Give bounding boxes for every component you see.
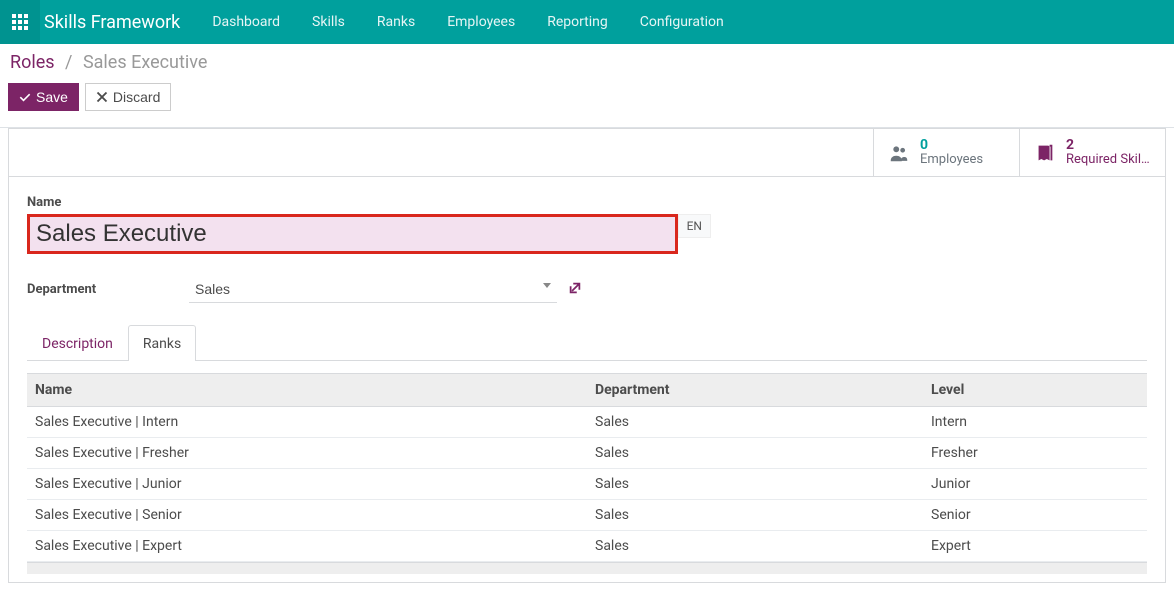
cell-department: Sales xyxy=(587,469,923,500)
stat-buttons-row: 0 Employees 2 Required Skil… xyxy=(9,129,1165,177)
stat-required-skills-label: Required Skil… xyxy=(1066,153,1150,168)
cell-name: Sales Executive | Intern xyxy=(27,407,587,438)
stat-required-skills[interactable]: 2 Required Skil… xyxy=(1019,129,1165,176)
menu-configuration[interactable]: Configuration xyxy=(624,2,740,42)
table-row[interactable]: Sales Executive | ExpertSalesExpert xyxy=(27,531,1147,562)
save-button-label: Save xyxy=(36,89,68,105)
tabs: Description Ranks xyxy=(27,325,1147,361)
cell-level: Fresher xyxy=(923,438,1147,469)
cell-level: Intern xyxy=(923,407,1147,438)
menu-dashboard[interactable]: Dashboard xyxy=(196,2,296,42)
navbar-menu: Dashboard Skills Ranks Employees Reporti… xyxy=(196,2,739,42)
th-department[interactable]: Department xyxy=(587,374,923,407)
check-icon xyxy=(19,91,31,103)
stat-employees-value: 0 xyxy=(920,137,983,153)
stat-employees-label: Employees xyxy=(920,153,983,168)
tab-ranks[interactable]: Ranks xyxy=(128,325,196,361)
breadcrumb-root[interactable]: Roles xyxy=(10,52,55,73)
close-icon xyxy=(96,91,108,103)
users-icon xyxy=(888,142,910,164)
app-brand[interactable]: Skills Framework xyxy=(40,12,196,33)
discard-button-label: Discard xyxy=(113,89,160,105)
menu-reporting[interactable]: Reporting xyxy=(531,2,624,42)
breadcrumb-current: Sales Executive xyxy=(83,52,207,73)
breadcrumb: Roles / Sales Executive xyxy=(8,52,1166,73)
table-footer xyxy=(27,562,1147,574)
th-name[interactable]: Name xyxy=(27,374,587,407)
tab-description[interactable]: Description xyxy=(27,325,128,361)
cell-name: Sales Executive | Senior xyxy=(27,500,587,531)
menu-skills[interactable]: Skills xyxy=(296,2,361,42)
cell-department: Sales xyxy=(587,500,923,531)
action-buttons: Save Discard xyxy=(8,83,1166,111)
department-label: Department xyxy=(27,282,189,297)
top-navbar: Skills Framework Dashboard Skills Ranks … xyxy=(0,0,1174,44)
save-button[interactable]: Save xyxy=(8,83,79,111)
stat-required-skills-value: 2 xyxy=(1066,137,1150,153)
book-icon xyxy=(1034,142,1056,164)
cell-level: Senior xyxy=(923,500,1147,531)
table-row[interactable]: Sales Executive | FresherSalesFresher xyxy=(27,438,1147,469)
cell-name: Sales Executive | Expert xyxy=(27,531,587,562)
department-input[interactable] xyxy=(189,276,557,303)
language-badge[interactable]: EN xyxy=(678,214,711,238)
external-link-icon[interactable] xyxy=(567,281,583,299)
cell-name: Sales Executive | Fresher xyxy=(27,438,587,469)
apps-icon[interactable] xyxy=(0,0,40,44)
stat-employees[interactable]: 0 Employees xyxy=(873,129,1019,176)
cell-department: Sales xyxy=(587,531,923,562)
cell-department: Sales xyxy=(587,438,923,469)
breadcrumb-separator: / xyxy=(65,52,72,73)
cell-name: Sales Executive | Junior xyxy=(27,469,587,500)
cell-level: Expert xyxy=(923,531,1147,562)
name-input[interactable] xyxy=(27,214,678,254)
form-sheet: 0 Employees 2 Required Skil… Name EN xyxy=(8,128,1166,583)
table-row[interactable]: Sales Executive | JuniorSalesJunior xyxy=(27,469,1147,500)
control-panel: Roles / Sales Executive Save Discard xyxy=(0,44,1174,119)
cell-level: Junior xyxy=(923,469,1147,500)
table-row[interactable]: Sales Executive | InternSalesIntern xyxy=(27,407,1147,438)
menu-employees[interactable]: Employees xyxy=(431,2,531,42)
ranks-table: Name Department Level Sales Executive | … xyxy=(27,373,1147,562)
th-level[interactable]: Level xyxy=(923,374,1147,407)
cell-department: Sales xyxy=(587,407,923,438)
discard-button[interactable]: Discard xyxy=(85,83,171,111)
name-label: Name xyxy=(27,195,1147,210)
table-row[interactable]: Sales Executive | SeniorSalesSenior xyxy=(27,500,1147,531)
menu-ranks[interactable]: Ranks xyxy=(361,2,431,42)
